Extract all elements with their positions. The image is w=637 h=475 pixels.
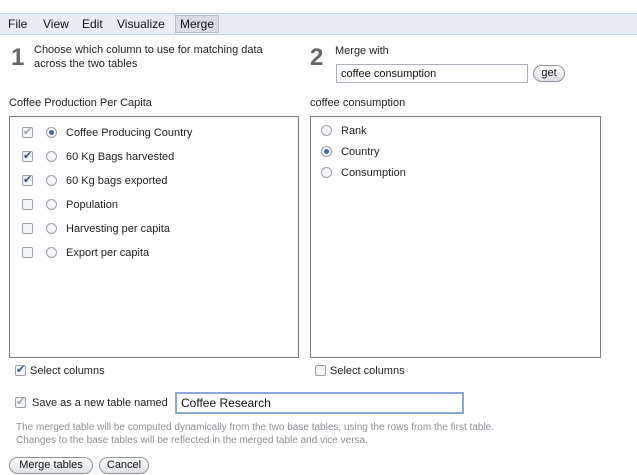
merge-with-input[interactable] bbox=[336, 64, 528, 83]
merge-note-line-2: Changes to the base tables will be refle… bbox=[16, 435, 368, 446]
right-select-columns[interactable]: Select columns bbox=[315, 363, 475, 379]
menu-bar: File View Edit Visualize Merge bbox=[0, 13, 637, 35]
step-2-number: 2 bbox=[310, 44, 324, 71]
column-checkbox bbox=[22, 125, 33, 138]
column-label: Country bbox=[341, 146, 380, 158]
match-radio[interactable] bbox=[46, 247, 57, 258]
left-row-bags-harvested: 60 Kg Bags harvested bbox=[10, 149, 298, 165]
right-columns-panel: Rank Country Consumption bbox=[310, 116, 601, 358]
column-label: Export per capita bbox=[66, 247, 150, 259]
get-button[interactable]: get bbox=[533, 65, 565, 82]
column-checkbox[interactable] bbox=[22, 247, 33, 258]
save-as-row: Save as a new table named bbox=[15, 395, 175, 411]
column-label: Harvesting per capita bbox=[66, 223, 170, 235]
left-select-columns[interactable]: Select columns bbox=[15, 363, 175, 379]
cancel-button[interactable]: Cancel bbox=[99, 457, 149, 474]
column-checkbox[interactable] bbox=[22, 173, 33, 186]
left-row-bags-exported: 60 Kg bags exported bbox=[10, 173, 298, 189]
menu-merge[interactable]: Merge bbox=[175, 15, 220, 33]
select-columns-label: Select columns bbox=[30, 365, 105, 377]
left-row-export-per-capita: Export per capita bbox=[10, 245, 298, 261]
merge-with-label: Merge with bbox=[335, 45, 389, 57]
left-row-population: Population bbox=[10, 197, 298, 213]
match-radio[interactable] bbox=[321, 146, 332, 157]
right-row-consumption: Consumption bbox=[311, 165, 600, 181]
step-1-number: 1 bbox=[11, 44, 25, 71]
right-row-rank: Rank bbox=[311, 123, 600, 139]
column-label: Rank bbox=[341, 125, 367, 137]
column-checkbox[interactable] bbox=[22, 223, 33, 234]
column-label: Population bbox=[66, 199, 118, 211]
match-radio[interactable] bbox=[321, 167, 332, 178]
column-checkbox[interactable] bbox=[22, 149, 33, 162]
save-as-label: Save as a new table named bbox=[32, 397, 168, 409]
select-columns-label: Select columns bbox=[330, 365, 405, 377]
menu-visualize[interactable]: Visualize bbox=[117, 17, 165, 31]
column-label: 60 Kg bags exported bbox=[66, 175, 168, 187]
match-radio[interactable] bbox=[46, 127, 57, 138]
merge-note-line-1: The merged table will be computed dynami… bbox=[16, 422, 495, 433]
step-1-line-1: Choose which column to use for matching … bbox=[34, 44, 263, 56]
left-row-coffee-producing-country: Coffee Producing Country bbox=[10, 125, 298, 141]
column-label: Coffee Producing Country bbox=[66, 127, 193, 139]
column-label: Consumption bbox=[341, 167, 406, 179]
match-radio[interactable] bbox=[46, 151, 57, 162]
menu-edit[interactable]: Edit bbox=[82, 17, 103, 31]
select-columns-checkbox[interactable] bbox=[15, 363, 26, 376]
right-table-title: coffee consumption bbox=[310, 97, 406, 109]
merge-note: The merged table will be computed dynami… bbox=[16, 421, 494, 447]
column-checkbox[interactable] bbox=[22, 199, 33, 210]
left-row-harvesting-per-capita: Harvesting per capita bbox=[10, 221, 298, 237]
left-table-title: Coffee Production Per Capita bbox=[9, 97, 152, 109]
column-label: 60 Kg Bags harvested bbox=[66, 151, 175, 163]
step-1-instructions: Choose which column to use for matching … bbox=[34, 43, 263, 71]
menu-file[interactable]: File bbox=[8, 17, 27, 31]
menu-view[interactable]: View bbox=[43, 17, 69, 31]
step-1-line-2: across the two tables bbox=[34, 58, 138, 70]
new-table-name-input[interactable] bbox=[175, 392, 464, 414]
match-radio[interactable] bbox=[321, 125, 332, 136]
right-row-country: Country bbox=[311, 144, 600, 160]
save-as-checkbox[interactable] bbox=[15, 395, 26, 408]
match-radio[interactable] bbox=[46, 223, 57, 234]
left-columns-panel: Coffee Producing Country 60 Kg Bags harv… bbox=[9, 116, 299, 358]
select-columns-checkbox[interactable] bbox=[315, 365, 326, 376]
match-radio[interactable] bbox=[46, 175, 57, 186]
merge-tables-button[interactable]: Merge tables bbox=[9, 457, 93, 474]
match-radio[interactable] bbox=[46, 199, 57, 210]
